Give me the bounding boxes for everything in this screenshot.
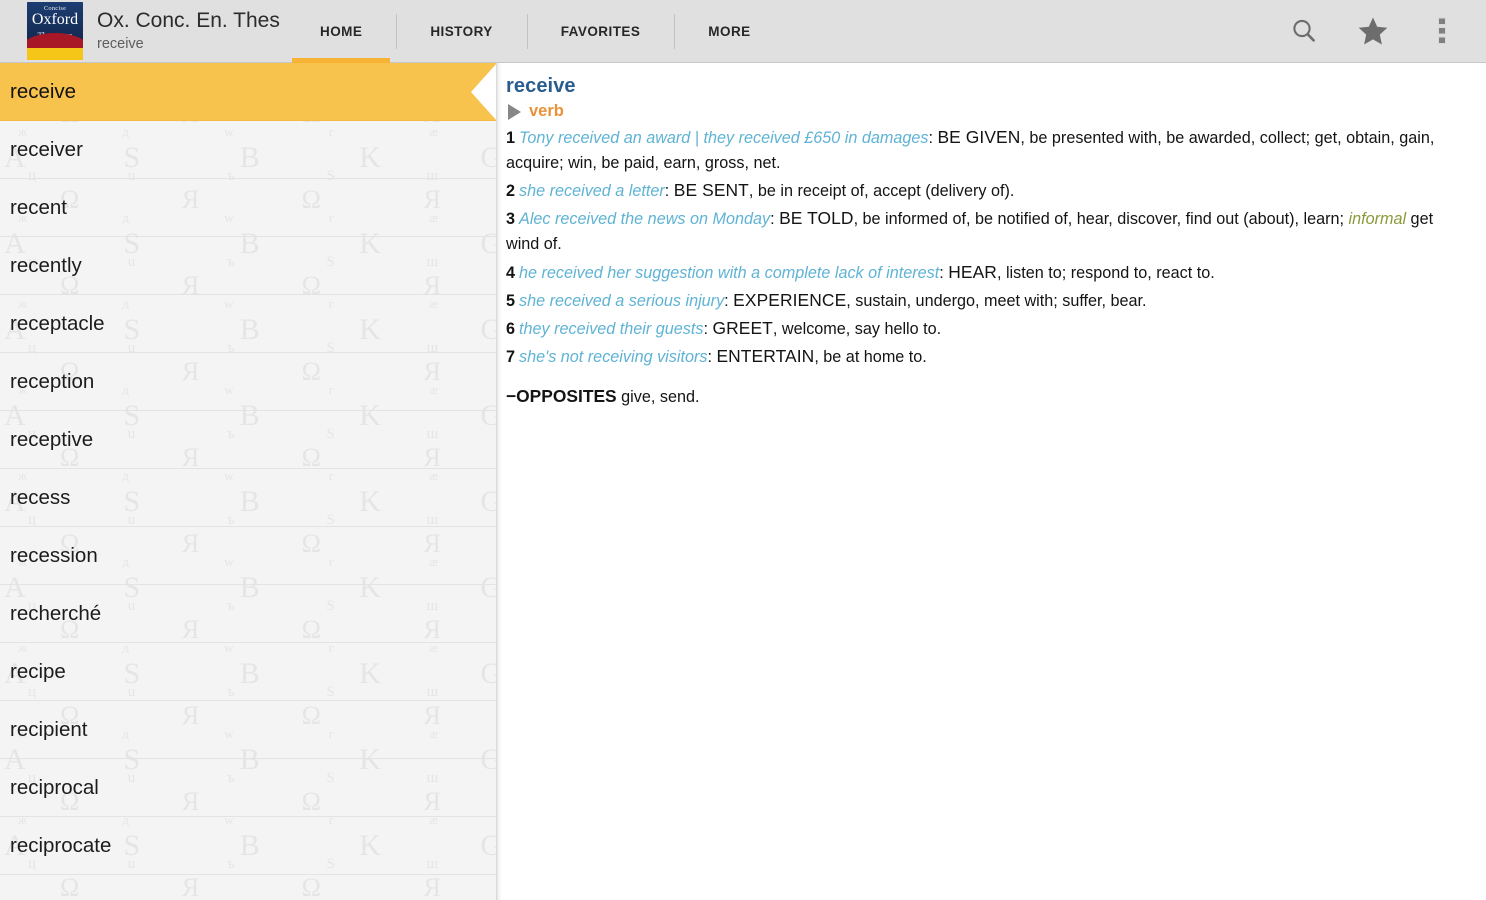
page-title: receive — [506, 75, 576, 97]
list-item[interactable]: recherché — [0, 585, 496, 643]
tab-more[interactable]: MORE — [674, 0, 784, 63]
list-item[interactable]: receptacle — [0, 295, 496, 353]
word-label: recent — [10, 195, 67, 219]
word-label: recipient — [10, 717, 88, 741]
list-item[interactable]: recess — [0, 469, 496, 527]
icon-line-2: Oxford — [31, 10, 79, 28]
sense-synonym: ENTERTAIN — [716, 345, 815, 366]
opposites-value: give, send. — [616, 387, 700, 406]
star-icon[interactable] — [1355, 13, 1391, 49]
title-stack: Ox. Conc. En. Thes receive — [97, 9, 280, 52]
sense-number: 4 — [506, 263, 516, 282]
sense-number: 3 — [506, 210, 516, 229]
sense-example: she received a letter — [519, 182, 665, 201]
list-item[interactable]: receive — [0, 63, 496, 121]
sense-number: 1 — [506, 129, 516, 147]
opposites-label: OPPOSITES — [516, 385, 617, 406]
sense-rest: , sustain, undergo, meet with; suffer, b… — [846, 291, 1147, 310]
list-item[interactable]: reciprocate — [0, 817, 496, 875]
sense-colon: : — [664, 182, 674, 201]
word-label: receiver — [10, 137, 83, 161]
sense-synonym: BE TOLD — [779, 208, 854, 229]
sense-2: 2 she received a letter: BE SENT, be in r… — [506, 177, 1436, 204]
sense-synonym: BE SENT — [673, 180, 749, 201]
sense-number: 2 — [506, 182, 516, 201]
overflow-menu-icon[interactable] — [1424, 13, 1460, 49]
tab-bar: HOME HISTORY FAVORITES MORE — [286, 0, 785, 63]
part-of-speech-line[interactable]: verb — [506, 102, 1468, 121]
sense-synonym: EXPERIENCE — [733, 289, 847, 310]
sense-number: 6 — [506, 319, 516, 338]
sense-synonym: HEAR — [948, 261, 997, 282]
header-actions — [1286, 0, 1486, 62]
sense-1: 1 Tony received an award | they received … — [506, 124, 1436, 176]
sense-rest: , be at home to. — [814, 347, 927, 366]
word-label: recipe — [10, 659, 66, 683]
list-item[interactable]: recession — [0, 527, 496, 585]
sense-colon: : — [770, 210, 780, 229]
tab-home[interactable]: HOME — [286, 0, 396, 63]
sense-register: informal — [1348, 210, 1407, 229]
sense-7: 7 she's not receiving visitors: ENTERTAIN… — [506, 343, 1436, 370]
tab-history[interactable]: HISTORY — [396, 0, 526, 63]
search-icon[interactable] — [1286, 13, 1322, 49]
icon-yellow-band — [27, 47, 83, 60]
current-word-subtitle: receive — [97, 35, 144, 52]
sense-colon: : — [724, 291, 734, 310]
sense-6: 6 they received their guests: GREET, welc… — [506, 315, 1436, 342]
sense-list: 1 Tony received an award | they received … — [506, 124, 1468, 370]
word-label: recess — [10, 485, 71, 509]
sense-example: she's not receiving visitors — [519, 347, 708, 366]
sense-synonym: GREET — [712, 317, 773, 338]
sense-number: 7 — [506, 347, 516, 366]
oxford-thesaurus-icon: Concise Oxford Thesaurus — [27, 1, 83, 60]
sense-5: 5 she received a serious injury: EXPERIEN… — [506, 287, 1436, 314]
sense-rest: , be in receipt of, accept (delivery of)… — [748, 182, 1015, 201]
expand-triangle-icon[interactable] — [508, 103, 521, 120]
sense-example: they received their guests — [519, 319, 704, 338]
sense-example: she received a serious injury — [519, 291, 725, 310]
list-item[interactable]: reciprocal — [0, 759, 496, 817]
sense-number: 5 — [506, 291, 516, 310]
part-of-speech-label: verb — [529, 102, 564, 120]
list-item[interactable]: receiver — [0, 121, 496, 179]
sense-synonym: BE GIVEN — [937, 127, 1021, 147]
word-label: receive — [10, 79, 77, 103]
opposites-line: −OPPOSITES give, send. — [506, 383, 1468, 410]
opposites-dash: − — [506, 385, 517, 406]
word-label: receptacle — [10, 311, 105, 335]
word-label: recherché — [10, 601, 102, 625]
sense-example: he received her suggestion with a comple… — [519, 263, 940, 282]
brand-block: Concise Oxford Thesaurus Ox. Conc. En. T… — [0, 0, 286, 62]
tab-favorites[interactable]: FAVORITES — [526, 0, 675, 63]
app-header: Concise Oxford Thesaurus Ox. Conc. En. T… — [0, 0, 1486, 63]
sense-4: 4 he received her suggestion with a compl… — [506, 259, 1436, 286]
word-label: reciprocate — [10, 833, 112, 857]
sense-example: Alec received the news on Monday — [519, 210, 771, 229]
sense-colon: : — [939, 263, 949, 282]
sense-3: 3 Alec received the news on Monday: BE TO… — [506, 205, 1436, 257]
word-list[interactable]: A S B K G A S B K G A S B K G Aц u ъ S ш… — [0, 63, 496, 900]
word-label: recession — [10, 543, 98, 567]
list-item[interactable]: receptive — [0, 411, 496, 469]
entry-panel: receive verb 1 Tony received an award | t… — [496, 63, 1486, 900]
watermark-row: Ω Я Ω Я Ω Я Ω Я Ω Я Ω Я Ω Я Ω — [60, 873, 496, 900]
list-item[interactable]: recent — [0, 179, 496, 237]
word-label: receptive — [10, 427, 94, 451]
sense-rest: , be informed of, be notified of, hear, … — [853, 210, 1349, 229]
list-item[interactable]: recipient — [0, 701, 496, 759]
list-item[interactable]: recently — [0, 237, 496, 295]
word-label: recently — [10, 253, 82, 277]
app-title: Ox. Conc. En. Thes — [97, 9, 280, 33]
list-item[interactable]: reception — [0, 353, 496, 411]
word-label: reciprocal — [10, 775, 99, 799]
word-label: reception — [10, 369, 95, 393]
selection-notch — [471, 63, 496, 121]
sense-rest: , listen to; respond to, react to. — [996, 263, 1215, 282]
sense-rest: , welcome, say hello to. — [772, 319, 942, 338]
sense-example: Tony received an award | they received £… — [519, 129, 929, 147]
list-item[interactable]: recipe — [0, 643, 496, 701]
